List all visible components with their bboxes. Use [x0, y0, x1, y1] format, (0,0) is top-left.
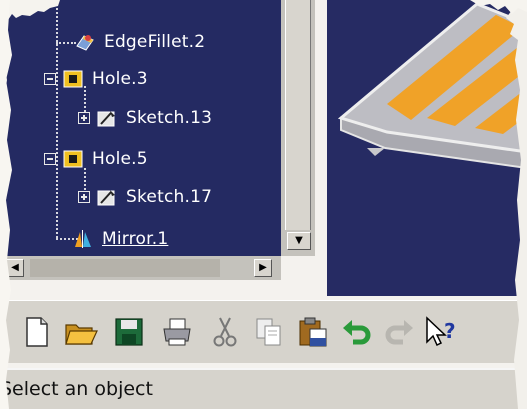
scroll-thumb[interactable]: [285, 0, 311, 230]
cut-icon: [213, 317, 237, 347]
arrow-down-icon: ▼: [295, 235, 303, 246]
save-button[interactable]: [112, 315, 146, 349]
redo-icon: [385, 320, 413, 345]
copy-icon: [256, 318, 281, 346]
redo-button[interactable]: [382, 315, 416, 349]
mirror-icon: [75, 230, 91, 248]
paste-button[interactable]: [296, 315, 330, 349]
3d-viewport[interactable]: [327, 0, 527, 296]
open-folder-icon: [65, 324, 98, 345]
scroll-left-button[interactable]: ◀: [6, 259, 24, 277]
specification-tree[interactable]: EdgeFillet.2 Hole.3 Sketch.13 Hole.5 Ske…: [0, 0, 281, 256]
copy-button[interactable]: [252, 315, 286, 349]
standard-toolbar: ?: [0, 300, 527, 363]
tree-item-edgefillet[interactable]: EdgeFillet.2: [74, 29, 205, 55]
tree-item-hole3[interactable]: Hole.3: [44, 66, 148, 92]
new-button[interactable]: [20, 315, 54, 349]
tree-item-label: Sketch.17: [126, 187, 213, 207]
undo-button[interactable]: [340, 315, 374, 349]
tree-item-hole5[interactable]: Hole.5: [44, 146, 148, 172]
tree-item-sketch17[interactable]: Sketch.17: [78, 184, 212, 210]
tree-item-label: Hole.3: [92, 69, 148, 89]
expand-toggle[interactable]: [78, 112, 90, 124]
expand-toggle[interactable]: [78, 191, 90, 203]
scroll-track[interactable]: [30, 259, 220, 277]
tree-item-label: EdgeFillet.2: [104, 32, 206, 52]
vertical-scrollbar[interactable]: ▼: [281, 0, 315, 256]
print-icon: [163, 318, 191, 346]
edge-fillet-icon: [76, 35, 94, 51]
tree-branch-line: [56, 42, 76, 44]
tree-trunk-line: [56, 0, 58, 238]
open-button[interactable]: [64, 315, 98, 349]
hole-icon: [63, 150, 83, 168]
arrow-right-icon: ▶: [259, 262, 267, 273]
whats-this-icon: ?: [426, 316, 456, 347]
undo-icon: [343, 320, 371, 345]
print-button[interactable]: [160, 315, 194, 349]
whats-this-button[interactable]: ?: [424, 315, 458, 349]
catia-window: EdgeFillet.2 Hole.3 Sketch.13 Hole.5 Ske…: [0, 0, 527, 409]
tree-item-label: Sketch.13: [126, 108, 213, 128]
status-bar: Select an object: [0, 368, 527, 409]
paste-icon: [299, 317, 327, 347]
collapse-toggle[interactable]: [44, 73, 56, 85]
part-model: [337, 2, 527, 170]
status-message: Select an object: [0, 378, 153, 400]
new-icon: [26, 317, 48, 347]
save-icon: [115, 318, 143, 346]
arrow-left-icon: ◀: [11, 262, 19, 273]
sketch-icon: [97, 190, 115, 206]
scroll-right-button[interactable]: ▶: [254, 259, 272, 277]
tree-item-label: Hole.5: [92, 149, 148, 169]
tree-item-sketch13[interactable]: Sketch.13: [78, 105, 212, 131]
svg-text:?: ?: [444, 319, 456, 343]
horizontal-scrollbar[interactable]: ◀ ▶: [0, 256, 281, 280]
hole-icon: [63, 70, 83, 88]
collapse-toggle[interactable]: [44, 153, 56, 165]
scroll-down-button[interactable]: ▼: [287, 232, 311, 250]
sketch-icon: [97, 111, 115, 127]
tree-item-mirror[interactable]: Mirror.1: [72, 226, 168, 252]
tree-item-label: Mirror.1: [102, 229, 169, 249]
cut-button[interactable]: [208, 315, 242, 349]
